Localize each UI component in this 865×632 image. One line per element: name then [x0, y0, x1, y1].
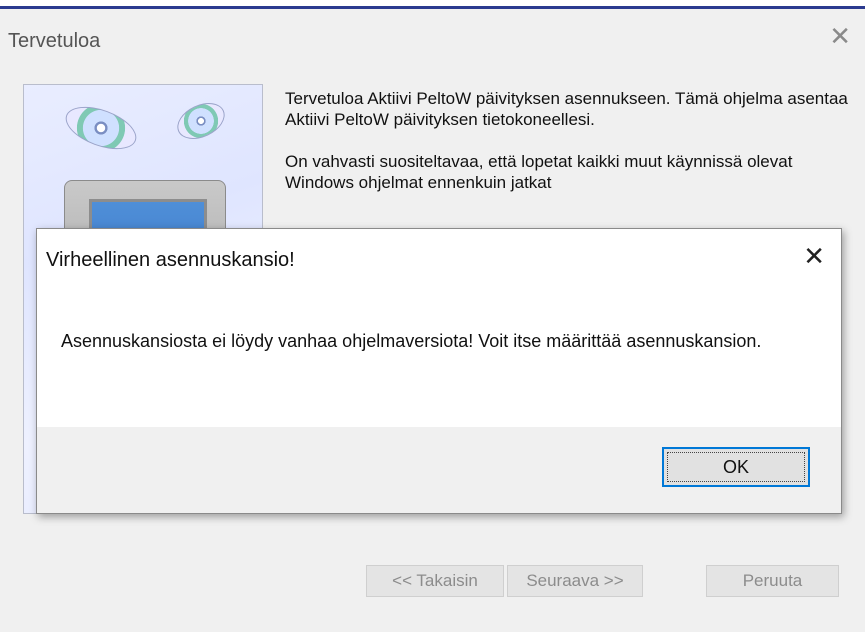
back-button[interactable]: << Takaisin — [366, 565, 504, 597]
dialog-message: Asennuskansiosta ei löydy vanhaa ohjelma… — [61, 331, 762, 351]
next-button[interactable]: Seuraava >> — [507, 565, 643, 597]
focus-ring — [667, 452, 805, 482]
installer-title: Tervetuloa — [8, 30, 101, 52]
dialog-footer: OK — [37, 427, 841, 513]
error-dialog: Virheellinen asennuskansio! ✕ Asennuskan… — [36, 228, 842, 514]
title-bar-strip — [0, 0, 865, 9]
welcome-paragraph-1: Tervetuloa Aktiivi PeltoW päivityksen as… — [285, 89, 848, 129]
close-icon[interactable]: ✕ — [803, 244, 825, 270]
cancel-button[interactable]: Peruuta — [706, 565, 839, 597]
dialog-title: Virheellinen asennuskansio! — [46, 249, 295, 271]
close-icon[interactable]: ✕ — [829, 24, 851, 50]
welcome-paragraph-2: On vahvasti suositeltavaa, että lopetat … — [285, 152, 793, 192]
cd-disc-icon — [171, 95, 231, 147]
ok-button[interactable]: OK — [662, 447, 810, 487]
cd-disc-icon — [60, 98, 142, 158]
welcome-text: Tervetuloa Aktiivi PeltoW päivityksen as… — [285, 88, 855, 214]
